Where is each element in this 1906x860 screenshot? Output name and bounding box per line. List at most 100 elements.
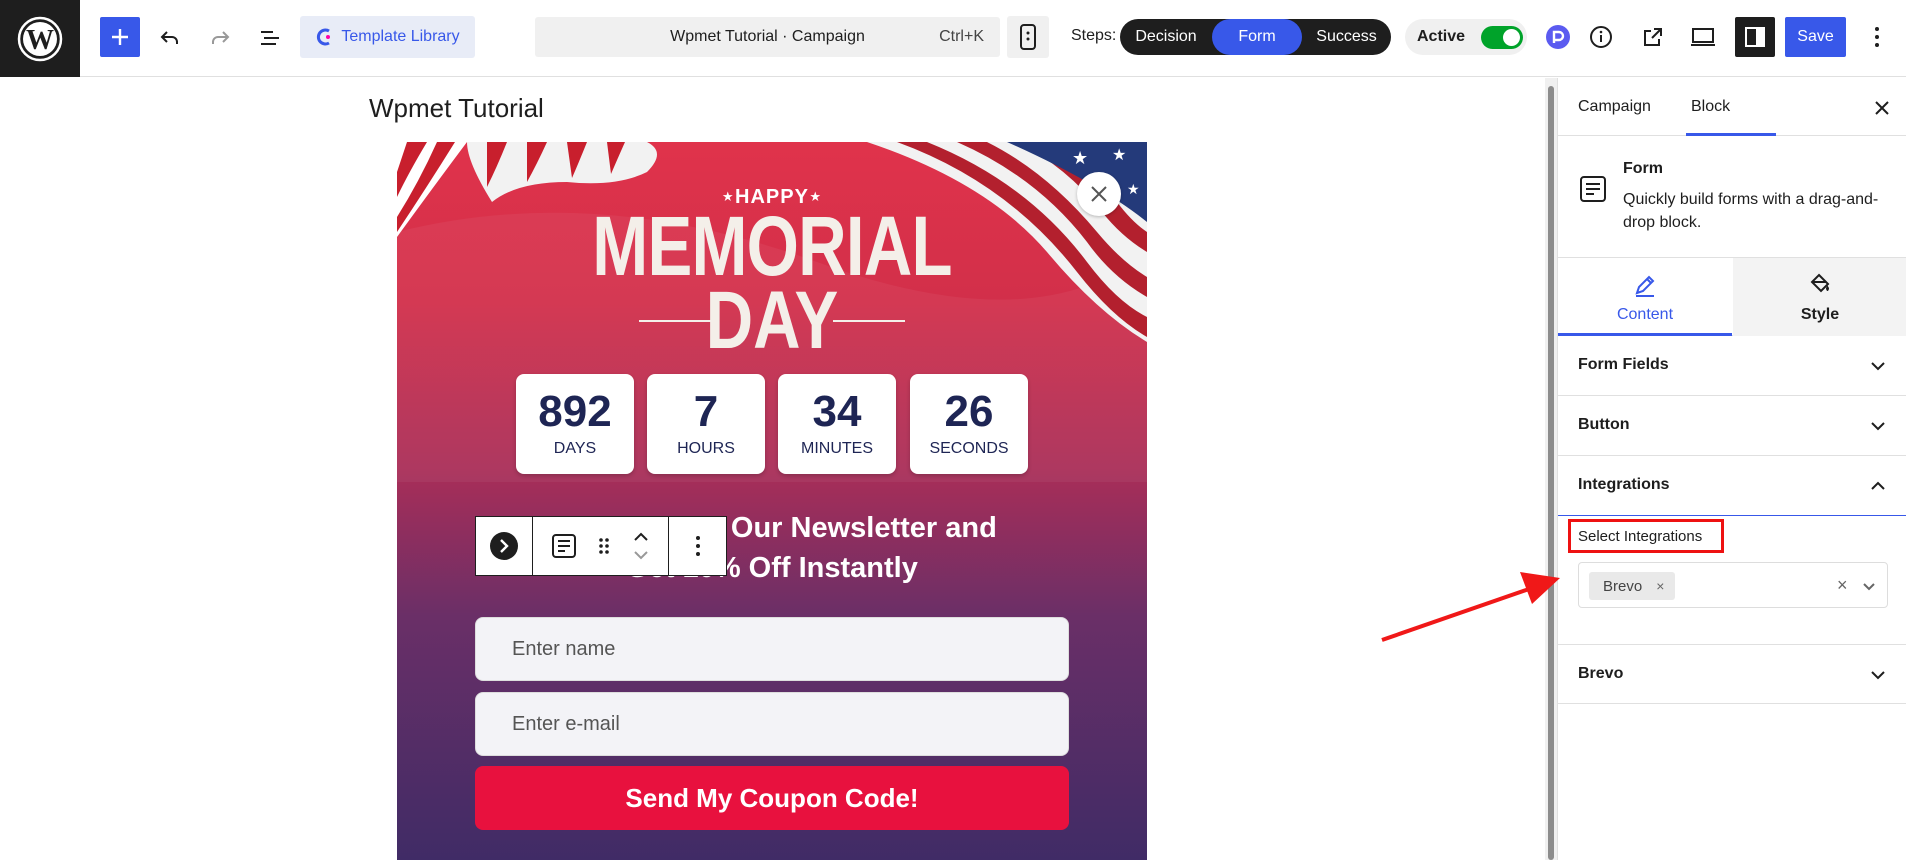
- svg-text:W: W: [26, 25, 54, 56]
- view-external-button[interactable]: [1636, 20, 1670, 54]
- send-coupon-button[interactable]: Send My Coupon Code!: [475, 766, 1069, 830]
- panel-integrations[interactable]: Integrations: [1558, 456, 1906, 516]
- pencil-icon: [1635, 275, 1655, 297]
- panel-integrations-title: Integrations: [1578, 476, 1670, 493]
- canvas-scrollbar[interactable]: [1545, 78, 1557, 860]
- more-vertical-icon: [695, 536, 700, 556]
- ai-assistant-icon: [1546, 25, 1570, 49]
- desktop-preview-button[interactable]: [1686, 20, 1720, 54]
- countdown-seconds-label: SECONDS: [929, 440, 1009, 457]
- countdown-seconds: 26 SECONDS: [910, 374, 1028, 474]
- popup-preview[interactable]: ★ ★ ★ ★ ⋆HAPPY⋆ MEMORIAL DAY 892 DAYS 7 …: [397, 142, 1147, 860]
- chevron-down-icon[interactable]: [1859, 576, 1879, 596]
- move-up-down-buttons[interactable]: [621, 532, 661, 560]
- remove-chip-icon[interactable]: ×: [1656, 578, 1664, 594]
- name-input[interactable]: Enter name: [475, 617, 1069, 681]
- panel-button[interactable]: Button: [1558, 396, 1906, 456]
- chevron-right-circle-icon: [490, 532, 518, 560]
- annotation-arrow: [1381, 572, 1560, 642]
- day-text: DAY: [705, 275, 839, 366]
- tab-style[interactable]: Style: [1733, 258, 1906, 336]
- undo-icon: [160, 31, 178, 44]
- mobile-preview-button[interactable]: [1007, 16, 1049, 58]
- integrations-multiselect[interactable]: Brevo × ×: [1578, 562, 1888, 608]
- wordpress-icon: W: [17, 16, 63, 61]
- chevron-down-icon: [633, 551, 648, 560]
- integration-chip-label: Brevo: [1603, 577, 1643, 595]
- list-view-icon: [261, 31, 279, 45]
- panel-button-title: Button: [1578, 416, 1630, 433]
- paint-bucket-icon: [1810, 273, 1830, 293]
- desktop-preview-icon: [1691, 28, 1715, 46]
- tab-style-label: Style: [1800, 306, 1840, 323]
- more-vertical-icon: [1875, 27, 1879, 47]
- form-block-icon: [1580, 176, 1606, 202]
- active-toggle[interactable]: [1481, 26, 1523, 49]
- email-input[interactable]: Enter e-mail: [475, 692, 1069, 756]
- countdown-minutes-label: MINUTES: [801, 440, 873, 457]
- panel-form-fields-title: Form Fields: [1578, 356, 1669, 373]
- external-link-icon: [1644, 28, 1662, 46]
- svg-text:★: ★: [1112, 145, 1126, 164]
- command-palette-bar[interactable]: Wpmet Tutorial · Campaign Ctrl+K: [535, 17, 1000, 57]
- clear-selection-icon[interactable]: ×: [1837, 575, 1848, 596]
- drag-handle-icon[interactable]: [587, 536, 621, 556]
- countdown-hours-label: HOURS: [677, 440, 735, 457]
- redo-icon: [212, 31, 230, 44]
- form-block-type-button[interactable]: [541, 533, 587, 559]
- step-success[interactable]: Success: [1302, 19, 1391, 55]
- integration-chip: Brevo ×: [1589, 572, 1675, 600]
- redo-button[interactable]: [202, 20, 238, 56]
- block-options-button[interactable]: [669, 516, 727, 576]
- campaign-title[interactable]: Wpmet Tutorial: [369, 93, 544, 124]
- countdown-hours: 7 HOURS: [647, 374, 765, 474]
- ai-assistant-button[interactable]: [1541, 20, 1575, 54]
- chevron-down-icon: [1871, 362, 1885, 371]
- close-sidebar-button[interactable]: [1868, 94, 1896, 122]
- panel-brevo-title: Brevo: [1578, 665, 1624, 682]
- select-parent-button[interactable]: [475, 516, 533, 576]
- mobile-preview-icon: [1020, 24, 1036, 50]
- editor-top-bar: W Template Library Wpmet Tutorial · Camp…: [0, 0, 1906, 77]
- tab-content[interactable]: Content: [1558, 258, 1732, 336]
- save-button[interactable]: Save: [1785, 17, 1846, 57]
- close-icon: [1875, 101, 1889, 115]
- tab-campaign[interactable]: Campaign: [1578, 98, 1651, 116]
- document-title: Wpmet Tutorial · Campaign: [670, 28, 865, 45]
- template-library-button[interactable]: Template Library: [300, 16, 475, 58]
- canvas-scrollbar-thumb[interactable]: [1548, 86, 1554, 860]
- undo-button[interactable]: [152, 20, 188, 56]
- template-library-label: Template Library: [341, 28, 460, 45]
- block-description: Quickly build forms with a drag-and-drop…: [1623, 191, 1879, 231]
- day-divider-right: [833, 320, 905, 322]
- countdown-minutes: 34 MINUTES: [778, 374, 896, 474]
- chevron-down-icon: [1871, 422, 1885, 431]
- chevron-up-icon: [1871, 481, 1885, 490]
- active-toggle-group: Active: [1405, 19, 1527, 55]
- tab-block[interactable]: Block: [1691, 98, 1730, 116]
- step-form[interactable]: Form: [1212, 19, 1302, 55]
- template-library-icon: [317, 28, 331, 46]
- settings-sidebar: Campaign Block Form Quickly build forms …: [1557, 78, 1906, 860]
- document-outline-button[interactable]: [252, 20, 288, 56]
- countdown-seconds-value: 26: [944, 387, 994, 436]
- wordpress-logo-button[interactable]: W: [0, 0, 80, 77]
- block-toolbar: [475, 516, 727, 576]
- more-options-button[interactable]: [1860, 20, 1894, 54]
- plus-icon: [112, 29, 128, 45]
- panel-form-fields[interactable]: Form Fields: [1558, 336, 1906, 396]
- command-shortcut: Ctrl+K: [939, 28, 984, 45]
- svg-text:★: ★: [1072, 148, 1088, 169]
- countdown-hours-value: 7: [693, 387, 719, 436]
- step-decision[interactable]: Decision: [1120, 19, 1212, 55]
- countdown-days-value: 892: [538, 387, 612, 436]
- add-block-button[interactable]: [100, 17, 140, 57]
- steps-label: Steps:: [1071, 27, 1117, 44]
- panel-brevo[interactable]: Brevo: [1558, 644, 1906, 704]
- chevron-up-icon: [633, 532, 648, 541]
- chevron-down-icon: [1871, 671, 1885, 680]
- editor-canvas: Wpmet Tutorial ★ ★ ★ ⋆HAPPY⋆ MEMORIAL DA…: [0, 78, 1545, 860]
- tab-content-label: Content: [1616, 306, 1674, 323]
- settings-sidebar-toggle[interactable]: [1735, 17, 1775, 57]
- info-button[interactable]: [1584, 20, 1618, 54]
